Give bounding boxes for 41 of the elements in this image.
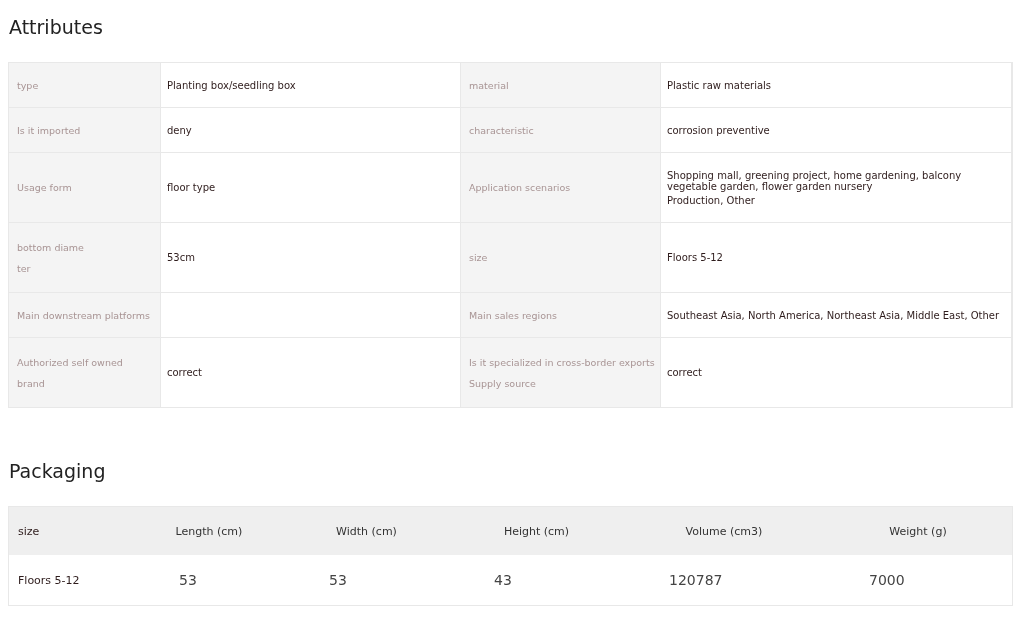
attribute-label: Is it specialized in cross-border exports	[469, 356, 652, 368]
column-header: Width (cm)	[335, 524, 398, 538]
column-header: Height (cm)	[502, 524, 571, 538]
attribute-label: Authorized self owned	[17, 356, 124, 368]
attribute-value: Floors 5-12	[667, 252, 724, 263]
attribute-label: Is it imported	[17, 124, 82, 136]
attribute-label: Application scenarios	[469, 182, 572, 193]
column-header: size	[17, 524, 41, 538]
column-header: Length (cm)	[174, 524, 244, 538]
attribute-value: Southeast Asia, North America, Northeast Asia, Middle East, Other	[667, 309, 1001, 321]
attribute-label: material	[469, 79, 510, 91]
table-cell-text: 120787	[668, 572, 724, 588]
attribute-value: 53cm	[167, 252, 196, 263]
table-cell-text: 7000	[868, 572, 906, 588]
column-header: Volume (cm3)	[684, 524, 764, 538]
section-heading: Attributes	[9, 16, 104, 38]
attribute-label: brand	[17, 377, 46, 389]
attribute-value: correct	[167, 367, 203, 378]
attribute-value: Shopping mall, greening project, home gardening, balcony vegetable garden, flower garden nursery	[667, 169, 963, 192]
table-cell-text: 53	[178, 572, 198, 588]
attribute-value: Production, Other	[667, 194, 756, 206]
attribute-label: ter	[17, 262, 32, 274]
attribute-label: characteristic	[469, 124, 535, 136]
table-cell-text: 43	[493, 572, 513, 588]
attribute-label: size	[469, 252, 489, 263]
attribute-value: floor type	[167, 182, 217, 193]
attribute-label: Main sales regions	[469, 309, 558, 321]
attribute-value: correct	[667, 367, 703, 378]
section-heading: Packaging	[9, 460, 107, 482]
table-cell-text: Floors 5-12	[17, 573, 81, 587]
attribute-label: type	[17, 79, 40, 91]
attribute-label: bottom diame	[17, 241, 85, 253]
attribute-label: Usage form	[17, 182, 73, 193]
table-cell-text: 53	[328, 572, 348, 588]
attribute-label: Supply source	[469, 377, 537, 389]
column-header: Weight (g)	[888, 524, 948, 538]
attribute-value: Plastic raw materials	[667, 79, 773, 91]
attribute-value: deny	[167, 124, 193, 136]
attribute-label: Main downstream platforms	[17, 309, 151, 321]
attribute-value: Planting box/seedling box	[167, 79, 297, 91]
attribute-value: corrosion preventive	[667, 124, 771, 136]
